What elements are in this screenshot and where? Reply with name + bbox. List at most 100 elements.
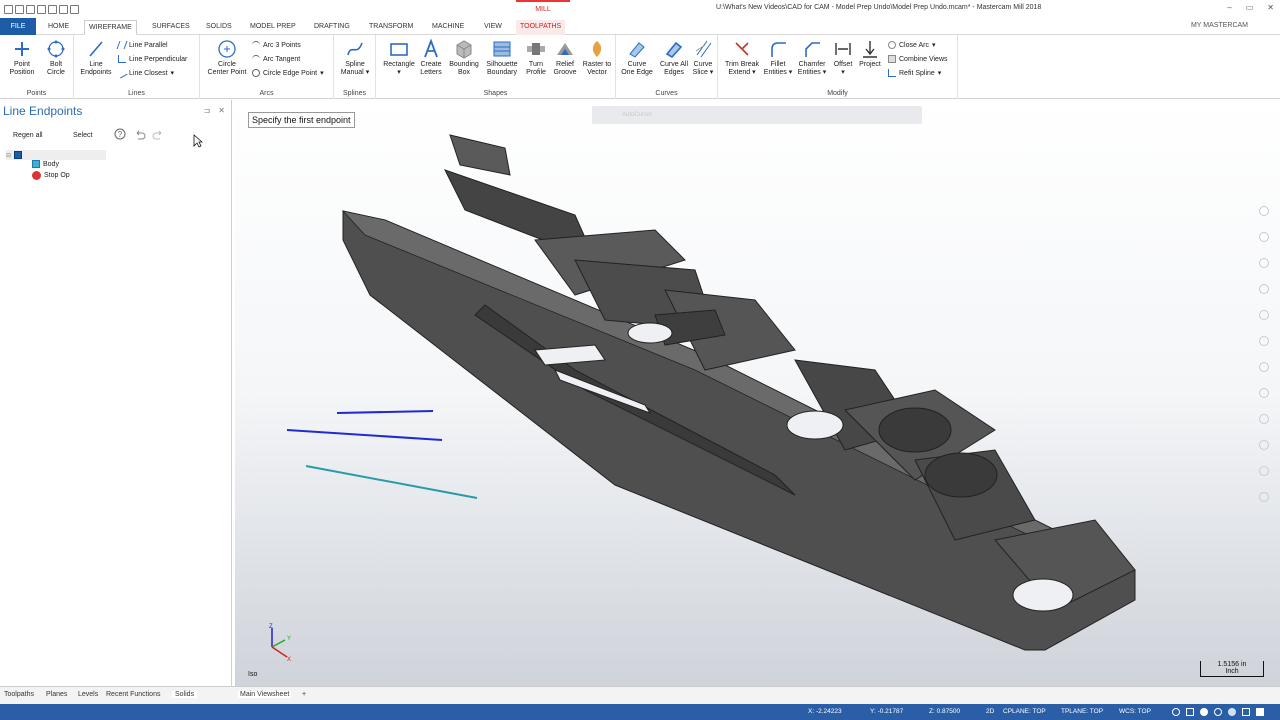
combine-views-button[interactable]: Combine Views [888, 55, 948, 63]
edges-icon[interactable] [1228, 708, 1236, 716]
tab-model-prep[interactable]: MODEL PREP [246, 20, 300, 35]
zoom-in-icon[interactable] [1259, 206, 1269, 216]
tab-wireframe[interactable]: WIREFRAME [84, 20, 137, 35]
arc-tangent-button[interactable]: Arc Tangent [252, 55, 300, 63]
tab-solids[interactable]: SOLIDS [202, 20, 236, 35]
tab-file[interactable]: FILE [0, 18, 36, 35]
tab-drafting[interactable]: DRAFTING [310, 20, 354, 35]
select-button[interactable]: Select [73, 130, 92, 142]
wireframe-icon[interactable] [1259, 362, 1269, 372]
save-icon[interactable] [26, 4, 35, 14]
bounding-box-button[interactable]: Bounding Box [446, 39, 482, 77]
scale-unit: Inch [1225, 668, 1239, 675]
status-cplane[interactable]: CPLANE: TOP [1003, 708, 1046, 715]
project-button[interactable]: Project [856, 39, 884, 69]
relief-groove-icon [557, 43, 573, 55]
fillet-entities-button[interactable]: Fillet Entities ▾ [762, 39, 794, 77]
line-endpoints-button[interactable]: Line Endpoints [76, 39, 116, 77]
chamfer-entities-button[interactable]: Chamfer Entities ▾ [794, 39, 830, 77]
tab-surfaces[interactable]: SURFACES [148, 20, 194, 35]
pan-icon[interactable] [1259, 284, 1269, 294]
graphics-viewport[interactable]: Specify the first endpoint AutoCursor Z … [235, 100, 1280, 686]
globe-icon[interactable] [1172, 708, 1180, 716]
tree-root[interactable]: ⊟ [6, 150, 106, 160]
line-perpendicular-button[interactable]: Line Perpendicular [118, 55, 187, 63]
regen-all-button[interactable]: Regen all [13, 130, 43, 142]
tab-machine[interactable]: MACHINE [428, 20, 468, 35]
add-viewsheet-button[interactable]: + [302, 691, 306, 698]
tab-solids-manager[interactable]: Solids [172, 691, 198, 698]
open-file-icon[interactable] [15, 4, 24, 14]
relief-groove-button[interactable]: Relief Groove [550, 39, 580, 77]
silhouette-boundary-button[interactable]: Silhouette Boundary [482, 39, 522, 77]
pin-icon[interactable]: ⊐ [204, 106, 211, 115]
arc-3-points-button[interactable]: Arc 3 Points [252, 41, 301, 49]
shade-icon[interactable] [1200, 708, 1208, 716]
tab-view[interactable]: VIEW [480, 20, 506, 35]
sketch-line[interactable] [336, 410, 434, 414]
zoom-out-icon[interactable] [1259, 232, 1269, 242]
new-file-icon[interactable] [4, 4, 13, 14]
hidden-line-icon[interactable] [1259, 414, 1269, 424]
tab-home[interactable]: HOME [44, 20, 73, 35]
turn-profile-button[interactable]: Turn Profile [522, 39, 550, 77]
refit-spline-button[interactable]: Refit Spline ▾ [888, 69, 941, 77]
line-parallel-button[interactable]: Line Parallel [116, 41, 168, 49]
my-mastercam-link[interactable]: MY MASTERCAM [1191, 22, 1248, 29]
grid-icon[interactable] [1186, 708, 1194, 716]
tab-planes-manager[interactable]: Planes [46, 691, 67, 698]
sketch-line[interactable] [286, 429, 443, 441]
shaded-icon[interactable] [1259, 388, 1269, 398]
point-position-button[interactable]: Point Position [4, 39, 40, 77]
spline-manual-button[interactable]: Spline Manual ▾ [336, 39, 374, 77]
save-as-icon[interactable] [37, 4, 46, 14]
tab-transform[interactable]: TRANSFORM [365, 20, 417, 35]
rotate-icon[interactable] [1259, 258, 1269, 268]
tab-levels-manager[interactable]: Levels [78, 691, 98, 698]
tab-toolpaths-manager[interactable]: Toolpaths [4, 691, 34, 698]
delete-icon[interactable] [1259, 492, 1269, 502]
solid-icon[interactable] [1256, 708, 1264, 716]
collapse-icon[interactable]: ⊟ [6, 152, 11, 159]
help-icon[interactable]: ? [114, 128, 126, 142]
curve-one-edge-button[interactable]: Curve One Edge [618, 39, 656, 77]
section-icon[interactable] [1242, 708, 1250, 716]
sketch-line[interactable] [305, 465, 478, 499]
status-wcs[interactable]: WCS: TOP [1119, 708, 1151, 715]
maximize-button[interactable]: ▭ [1246, 3, 1254, 12]
circle-center-point-button[interactable]: Circle Center Point [202, 39, 252, 77]
undo-icon[interactable] [59, 4, 68, 14]
tree-item-body[interactable]: Body [32, 160, 59, 168]
status-2d-3d-toggle[interactable]: 2D [986, 708, 994, 715]
tab-recent-functions[interactable]: Recent Functions [106, 691, 160, 698]
translucency-icon[interactable] [1259, 440, 1269, 450]
solid-body[interactable] [341, 134, 1136, 651]
line-closest-button[interactable]: Line Closest ▾ [116, 67, 174, 79]
tree-item-stop-op[interactable]: Stop Op [32, 171, 70, 180]
wire-icon[interactable] [1214, 708, 1222, 716]
print-icon[interactable] [48, 4, 57, 14]
offset-button[interactable]: Offset ▾ [830, 39, 856, 77]
redo-icon[interactable] [70, 4, 79, 14]
rectangle-button[interactable]: Rectangle ▾ [380, 39, 418, 77]
create-letters-button[interactable]: Create Letters [418, 39, 444, 77]
tab-toolpaths[interactable]: TOOLPATHS [516, 20, 566, 35]
curve-slice-button[interactable]: Curve Slice ▾ [690, 39, 716, 77]
mouse-cursor-icon [193, 134, 203, 148]
raster-to-vector-button[interactable]: Raster to Vector [580, 39, 614, 77]
bolt-circle-button[interactable]: Bolt Circle [40, 39, 72, 77]
dimension-icon[interactable] [1259, 336, 1269, 346]
curve-all-edges-button[interactable]: Curve All Edges [656, 39, 692, 77]
fit-icon[interactable] [1259, 310, 1269, 320]
close-arc-button[interactable]: Close Arc ▾ [888, 41, 935, 49]
trim-break-extend-button[interactable]: Trim Break Extend ▾ [722, 39, 762, 77]
undo-icon[interactable] [134, 129, 146, 141]
close-panel-icon[interactable]: ✕ [218, 106, 225, 115]
redo-icon[interactable] [152, 129, 164, 141]
close-button[interactable]: ✕ [1267, 3, 1274, 12]
circle-edge-point-button[interactable]: Circle Edge Point ▾ [252, 69, 324, 77]
status-tplane[interactable]: TPLANE: TOP [1061, 708, 1103, 715]
tab-main-viewsheet[interactable]: Main Viewsheet [238, 691, 292, 698]
minimize-button[interactable]: – [1227, 3, 1231, 12]
clear-colors-icon[interactable] [1259, 466, 1269, 476]
